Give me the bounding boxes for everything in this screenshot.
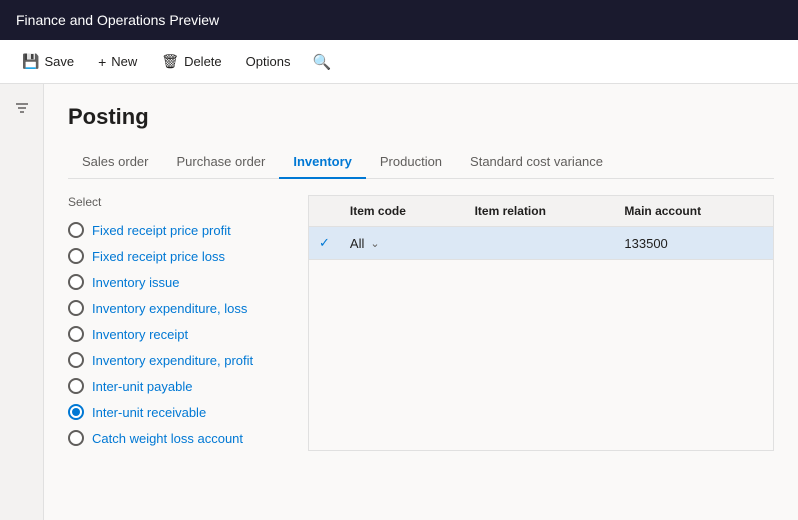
table-header-row: Item code Item relation Main account xyxy=(309,196,773,227)
list-item[interactable]: Inter-unit receivable xyxy=(68,399,308,425)
list-item[interactable]: Inventory receipt xyxy=(68,321,308,347)
list-item[interactable]: Inventory expenditure, profit xyxy=(68,347,308,373)
delete-label: Delete xyxy=(184,54,222,69)
tab-sales-order[interactable]: Sales order xyxy=(68,146,162,179)
cell-item-code[interactable]: All ⌄ xyxy=(340,227,465,260)
new-icon: + xyxy=(98,54,106,70)
delete-button[interactable]: 🗑 Delete xyxy=(151,47,231,76)
table-row[interactable]: ✓ All ⌄ 133500 xyxy=(309,227,773,260)
new-label: New xyxy=(111,54,137,69)
list-item[interactable]: Fixed receipt price loss xyxy=(68,243,308,269)
radio-fixed-receipt-loss[interactable] xyxy=(68,248,84,264)
save-label: Save xyxy=(44,54,74,69)
delete-icon: 🗑 xyxy=(161,53,179,70)
radio-label-fixed-receipt-profit: Fixed receipt price profit xyxy=(92,223,231,238)
select-label: Select xyxy=(68,195,308,209)
col-item-relation: Item relation xyxy=(465,196,615,227)
toolbar: 💾 Save + New 🗑 Delete Options 🔍 xyxy=(0,40,798,84)
radio-inter-unit-payable[interactable] xyxy=(68,378,84,394)
tabs-bar: Sales order Purchase order Inventory Pro… xyxy=(68,146,774,179)
col-check xyxy=(309,196,340,227)
sidebar xyxy=(0,84,44,520)
radio-fixed-receipt-profit[interactable] xyxy=(68,222,84,238)
radio-inventory-expenditure-loss[interactable] xyxy=(68,300,84,316)
tab-production[interactable]: Production xyxy=(366,146,456,179)
page-title: Posting xyxy=(68,104,774,130)
list-item[interactable]: Catch weight loss account xyxy=(68,425,308,451)
radio-inter-unit-receivable[interactable] xyxy=(68,404,84,420)
options-label: Options xyxy=(246,54,291,69)
radio-inventory-expenditure-profit[interactable] xyxy=(68,352,84,368)
save-button[interactable]: 💾 Save xyxy=(12,47,84,76)
radio-label-catch-weight-loss: Catch weight loss account xyxy=(92,431,243,446)
check-mark-icon: ✓ xyxy=(319,235,330,250)
radio-inventory-issue[interactable] xyxy=(68,274,84,290)
page-area: Posting Sales order Purchase order Inven… xyxy=(44,84,798,520)
cell-check: ✓ xyxy=(309,227,340,260)
list-item[interactable]: Inventory expenditure, loss xyxy=(68,295,308,321)
radio-label-inventory-issue: Inventory issue xyxy=(92,275,179,290)
data-table: Item code Item relation Main account ✓ xyxy=(309,196,773,260)
select-panel: Select Fixed receipt price profit Fixed … xyxy=(68,195,308,451)
cell-item-relation[interactable] xyxy=(465,227,615,260)
tab-inventory[interactable]: Inventory xyxy=(279,146,366,179)
item-code-value: All xyxy=(350,236,364,251)
cell-main-account[interactable]: 133500 xyxy=(614,227,773,260)
list-item[interactable]: Inventory issue xyxy=(68,269,308,295)
col-main-account: Main account xyxy=(614,196,773,227)
tab-purchase-order[interactable]: Purchase order xyxy=(162,146,279,179)
save-icon: 💾 xyxy=(22,53,39,70)
filter-icon[interactable] xyxy=(8,94,36,127)
tab-standard-cost-variance[interactable]: Standard cost variance xyxy=(456,146,617,179)
search-icon: 🔍 xyxy=(312,53,331,71)
radio-catch-weight-loss[interactable] xyxy=(68,430,84,446)
radio-label-inventory-expenditure-profit: Inventory expenditure, profit xyxy=(92,353,253,368)
radio-label-fixed-receipt-loss: Fixed receipt price loss xyxy=(92,249,225,264)
app-title: Finance and Operations Preview xyxy=(16,12,219,28)
radio-inventory-receipt[interactable] xyxy=(68,326,84,342)
main-content: Posting Sales order Purchase order Inven… xyxy=(0,84,798,520)
radio-label-inter-unit-receivable: Inter-unit receivable xyxy=(92,405,206,420)
col-item-code: Item code xyxy=(340,196,465,227)
table-panel: Item code Item relation Main account ✓ xyxy=(308,195,774,451)
search-button[interactable]: 🔍 xyxy=(304,49,339,75)
new-button[interactable]: + New xyxy=(88,48,147,76)
dropdown-arrow-icon[interactable]: ⌄ xyxy=(370,237,379,250)
list-item[interactable]: Inter-unit payable xyxy=(68,373,308,399)
content-panels: Select Fixed receipt price profit Fixed … xyxy=(68,179,774,451)
top-bar: Finance and Operations Preview xyxy=(0,0,798,40)
list-item[interactable]: Fixed receipt price profit xyxy=(68,217,308,243)
radio-label-inventory-expenditure-loss: Inventory expenditure, loss xyxy=(92,301,247,316)
radio-label-inter-unit-payable: Inter-unit payable xyxy=(92,379,192,394)
radio-label-inventory-receipt: Inventory receipt xyxy=(92,327,188,342)
options-button[interactable]: Options xyxy=(236,48,301,75)
